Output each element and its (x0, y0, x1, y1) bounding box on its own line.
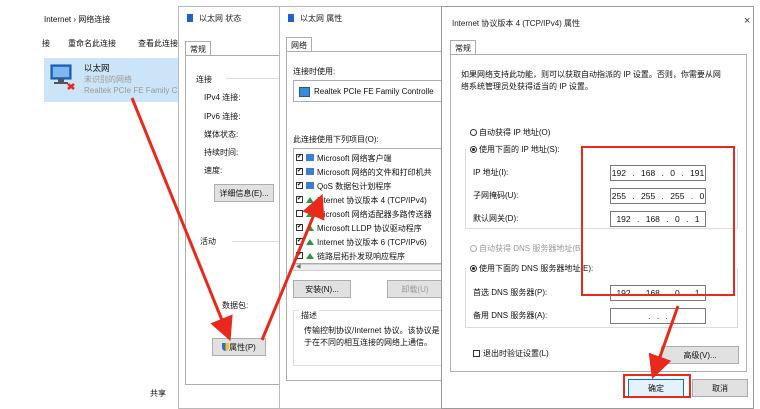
arrow-dns-to-ok (648, 305, 680, 380)
annotation-arrows (130, 97, 680, 380)
arrow-adapter-to-properties (130, 97, 233, 342)
arrow-properties-to-ipv4 (260, 193, 325, 341)
